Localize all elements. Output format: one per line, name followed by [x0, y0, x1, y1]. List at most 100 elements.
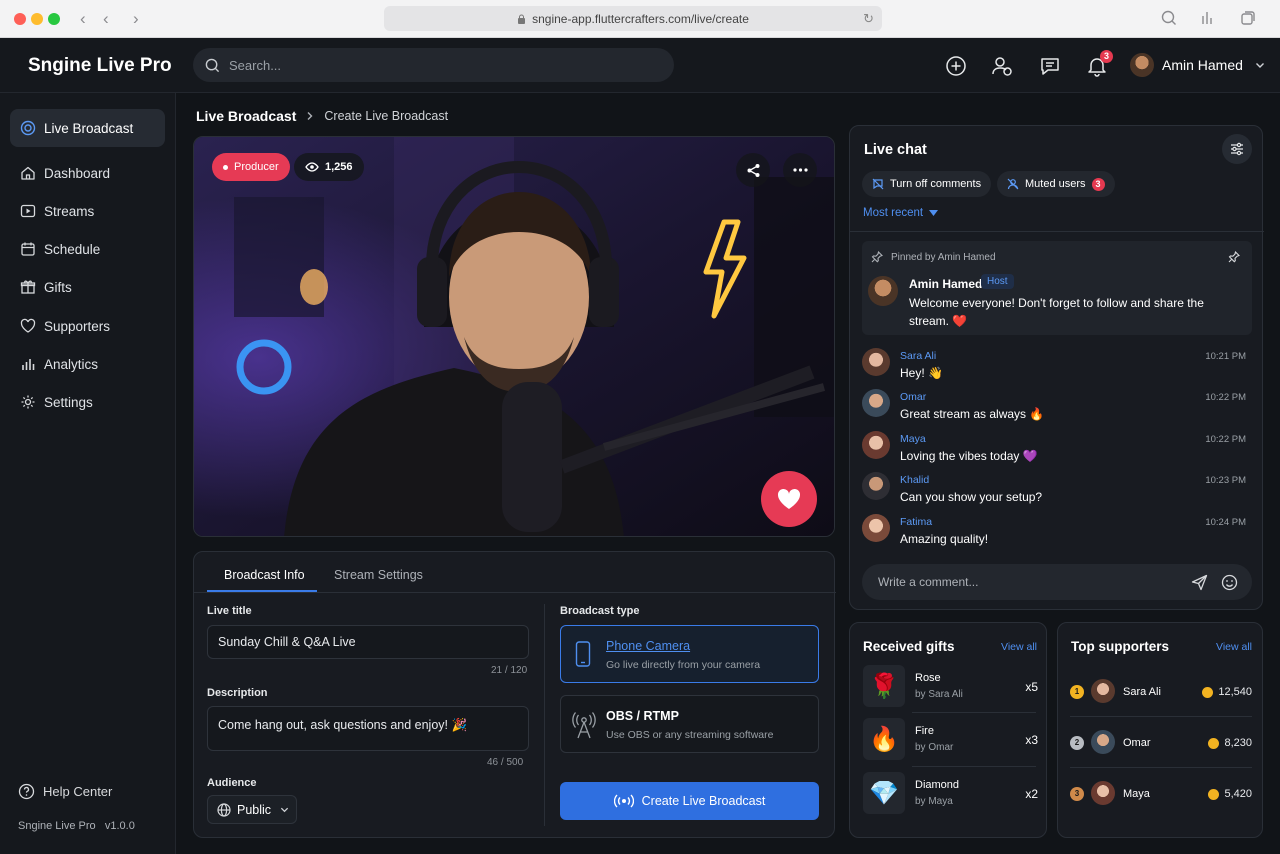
broadcast-type-label: Broadcast type	[560, 605, 640, 617]
muted-users-count: 3	[1091, 177, 1105, 191]
maximize-window-button[interactable]	[48, 13, 60, 25]
message-author[interactable]: Sara Ali	[900, 350, 936, 362]
supporter-name[interactable]: Maya	[1123, 788, 1150, 800]
sidebar-item-schedule[interactable]: Schedule	[10, 230, 165, 268]
sidebar-item-analytics[interactable]: Analytics	[10, 345, 165, 383]
breadcrumb: Live Broadcast Create Live Broadcast	[196, 108, 448, 124]
like-button[interactable]	[761, 471, 817, 527]
gift-sender: by Omar	[915, 742, 954, 753]
pin-icon	[871, 251, 883, 263]
coin-icon	[1208, 737, 1220, 749]
chat-divider	[850, 231, 1264, 232]
gifts-title: Received gifts	[863, 639, 955, 654]
brand-logo[interactable]: Sngine Live Pro	[28, 55, 172, 77]
supporter-score: 5,420	[1208, 788, 1252, 800]
share-button[interactable]	[736, 153, 770, 187]
avatar	[862, 389, 890, 417]
add-icon[interactable]	[945, 55, 967, 77]
chat-message: Fatima Amazing quality! 10:24 PM	[862, 514, 1250, 550]
gift-quantity: x3	[1025, 733, 1038, 747]
lock-icon	[518, 14, 526, 24]
live-title-input[interactable]: Sunday Chill & Q&A Live	[207, 625, 529, 659]
broadcast-type-phone-camera[interactable]: Phone Camera Go live directly from your …	[560, 625, 819, 683]
user-menu[interactable]: Amin Hamed	[1130, 53, 1265, 77]
close-window-button[interactable]	[14, 13, 26, 25]
broadcast-form-panel: Broadcast Info Stream Settings Live titl…	[193, 551, 836, 838]
help-center-label: Help Center	[43, 784, 113, 799]
sidebar-item-gifts[interactable]: Gifts	[10, 268, 165, 306]
message-text: Can you show your setup?	[900, 490, 1043, 504]
message-time: 10:22 PM	[1205, 392, 1246, 403]
unpin-icon[interactable]	[1228, 251, 1240, 263]
message-author[interactable]: Maya	[900, 433, 926, 445]
url-text: sngine-app.fluttercrafters.com/live/crea…	[532, 11, 749, 26]
comment-input[interactable]	[878, 575, 1168, 589]
row-divider	[1070, 716, 1252, 717]
viewer-count-badge: 1,256	[294, 153, 364, 181]
description-char-count: 46 / 500	[487, 757, 524, 768]
muted-users-button[interactable]: Muted users 3	[997, 171, 1115, 197]
create-button-label: Create Live Broadcast	[641, 794, 766, 808]
sidebar-item-supporters[interactable]: Supporters	[10, 307, 165, 345]
sidebar-item-dashboard[interactable]: Dashboard	[10, 154, 165, 192]
sort-dropdown[interactable]: Most recent	[863, 207, 939, 219]
reload-icon[interactable]: ↻	[863, 11, 874, 27]
bar-chart-icon	[22, 359, 35, 370]
chat-filter-button[interactable]	[1222, 134, 1252, 164]
help-center-link[interactable]: Help Center	[18, 783, 112, 800]
forward-icon[interactable]: ›	[133, 9, 139, 29]
share-page-icon[interactable]	[1200, 10, 1216, 26]
breadcrumb-parent[interactable]: Live Broadcast	[196, 108, 296, 124]
back-icon[interactable]: ‹	[103, 9, 109, 29]
more-horizontal-icon	[792, 168, 808, 172]
tab-stream-settings[interactable]: Stream Settings	[334, 568, 423, 582]
description-textarea[interactable]: Come hang out, ask questions and enjoy! …	[207, 706, 529, 751]
app-header: Sngine Live Pro 3 Amin Hamed	[0, 38, 1280, 93]
more-options-button[interactable]	[783, 153, 817, 187]
app-name: Sngine Live Pro	[18, 820, 96, 832]
coin-icon	[1202, 686, 1214, 698]
chevron-down-icon	[280, 807, 289, 813]
tab-broadcast-info[interactable]: Broadcast Info	[224, 568, 305, 582]
zoom-icon[interactable]	[1161, 10, 1177, 26]
broadcast-type-obs-rtmp[interactable]: OBS / RTMP Use OBS or any streaming soft…	[560, 695, 819, 753]
supporter-name[interactable]: Sara Ali	[1123, 686, 1161, 698]
sidebar-item-live-broadcast[interactable]: Live Broadcast	[10, 109, 165, 147]
rank-badge: 1	[1070, 685, 1084, 699]
rank-badge: 3	[1070, 787, 1084, 801]
supporter-name[interactable]: Omar	[1123, 737, 1151, 749]
muted-users-label: Muted users	[1025, 178, 1086, 190]
description-value: Come hang out, ask questions and enjoy! …	[218, 718, 468, 732]
send-icon[interactable]	[1191, 574, 1208, 591]
message-time: 10:22 PM	[1205, 434, 1246, 445]
messages-icon[interactable]	[1039, 55, 1061, 77]
turn-off-comments-button[interactable]: Turn off comments	[862, 171, 992, 197]
add-friend-icon[interactable]	[991, 55, 1013, 77]
sidebar-item-streams[interactable]: Streams	[10, 192, 165, 230]
sidebar-toggle-icon[interactable]: ‹	[80, 9, 86, 29]
search-input[interactable]	[229, 57, 629, 73]
search-bar[interactable]	[193, 48, 674, 82]
tabs-icon[interactable]	[1240, 10, 1256, 26]
gift-item: 💎 Diamond by Maya x2	[863, 772, 1038, 816]
sidebar-item-settings[interactable]: Settings	[10, 383, 165, 421]
message-text: Amazing quality!	[900, 532, 989, 546]
audience-select[interactable]: Public	[207, 795, 297, 824]
phone-icon	[575, 641, 591, 667]
supporters-view-all-link[interactable]: View all	[1216, 641, 1252, 653]
message-author[interactable]: Omar	[900, 391, 926, 403]
broadcast-icon	[613, 794, 634, 808]
notification-badge: 3	[1100, 50, 1113, 63]
gift-sender: by Sara Ali	[915, 689, 963, 700]
host-badge: Host	[981, 274, 1014, 289]
emoji-icon[interactable]	[1221, 574, 1238, 591]
gifts-view-all-link[interactable]: View all	[1001, 641, 1037, 653]
message-author[interactable]: Khalid	[900, 474, 929, 486]
avatar	[1091, 781, 1115, 805]
broadcast-type-desc: Go live directly from your camera	[606, 659, 761, 671]
minimize-window-button[interactable]	[31, 13, 43, 25]
address-bar[interactable]: sngine-app.fluttercrafters.com/live/crea…	[384, 6, 882, 31]
received-gifts-card: Received gifts View all 🌹 Rose by Sara A…	[849, 622, 1047, 838]
create-live-broadcast-button[interactable]: Create Live Broadcast	[560, 782, 819, 820]
message-author[interactable]: Fatima	[900, 516, 932, 528]
